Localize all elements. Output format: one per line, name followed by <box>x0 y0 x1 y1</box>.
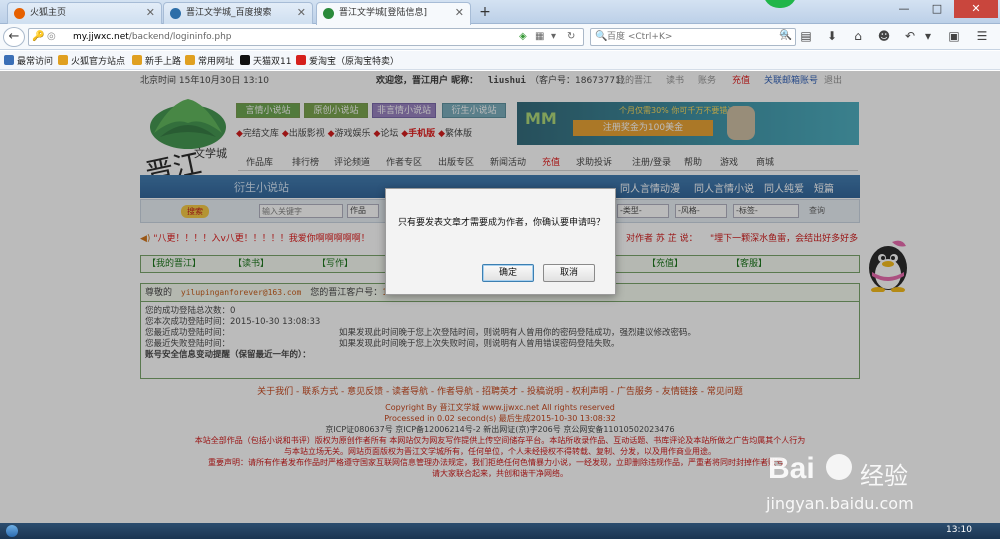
folder-icon <box>185 55 195 65</box>
bookmark-common-sites[interactable]: 常用网址 <box>185 54 234 67</box>
close-tab-icon[interactable]: ✕ <box>455 3 464 23</box>
close-tab-icon[interactable]: ✕ <box>297 3 306 23</box>
chevron-down-icon[interactable]: ▾ <box>920 29 936 43</box>
tab-label: 晋江文学城_百度搜索 <box>186 8 272 18</box>
taskbar-clock: 13:10 <box>946 525 972 535</box>
qr-code-icon[interactable]: ▦ <box>535 31 544 42</box>
bookmark-most-visited[interactable]: 最常访问 <box>4 54 53 67</box>
minimize-button[interactable]: — <box>888 0 920 18</box>
baidu-icon <box>170 8 181 19</box>
home-icon[interactable]: ⌂ <box>850 29 866 43</box>
dialog-message: 只有要发表文章才需要成为作者，你确认要申请吗？ <box>397 218 605 228</box>
sidebar-icon[interactable]: ▣ <box>946 29 962 43</box>
account-avatar[interactable] <box>763 0 797 8</box>
folder-icon <box>58 55 68 65</box>
start-button-icon[interactable] <box>6 525 18 537</box>
bookmarks-bar: 最常访问 火狐官方站点 新手上路 常用网址 天猫双11 爱淘宝（原淘宝特卖） <box>0 51 1000 70</box>
watermark-brand: Bai <box>768 452 815 485</box>
back-arrow-icon[interactable]: ← <box>3 27 25 47</box>
bookmark-firefox-sites[interactable]: 火狐官方站点 <box>58 54 125 67</box>
bookmark-getting-started[interactable]: 新手上路 <box>132 54 181 67</box>
tab-firefox-home[interactable]: 火狐主页 ✕ <box>7 2 162 24</box>
url-text[interactable]: my.jjwxc.net/backend/logininfo.php <box>73 32 232 42</box>
paw-icon <box>826 454 852 480</box>
watermark-url: jingyan.baidu.com <box>766 494 914 513</box>
menu-icon[interactable]: ☰ <box>974 29 990 43</box>
globe-icon: ◎ <box>47 31 56 42</box>
close-tab-icon[interactable]: ✕ <box>146 3 155 23</box>
confirm-cancel-button[interactable]: 取消 <box>543 264 595 282</box>
shield-icon[interactable]: ◈ <box>519 31 527 42</box>
downloads-icon[interactable]: ⬇ <box>824 29 840 43</box>
windows-taskbar: 13:10 <box>0 523 1000 539</box>
new-tab-button[interactable]: + <box>476 3 494 21</box>
tab-label: 火狐主页 <box>30 8 67 18</box>
confirm-ok-button[interactable]: 确定 <box>482 264 534 282</box>
bookmark-star-icon[interactable]: ☆ <box>776 29 792 43</box>
search-input[interactable] <box>607 30 777 44</box>
tab-label: 晋江文学城[登陆信息] <box>339 8 428 18</box>
firefox-icon <box>14 8 25 19</box>
tab-baidu-search[interactable]: 晋江文学城_百度搜索 ✕ <box>163 2 313 24</box>
taobao-icon <box>296 55 306 65</box>
dropdown-icon[interactable]: ▾ <box>551 31 556 42</box>
baidu-jingyan-watermark: Bai 经验 jingyan.baidu.com <box>760 452 1000 532</box>
jjwxc-leaf-icon <box>323 8 334 19</box>
search-box[interactable]: 🔍 🔍 <box>590 28 796 46</box>
watermark-brand-2: 经验 <box>860 462 908 490</box>
search-engine-icon[interactable]: 🔍 <box>595 31 607 42</box>
url-bar[interactable]: 🔑 ◎ my.jjwxc.net/backend/logininfo.php ◈… <box>28 28 584 46</box>
site-identity-icon[interactable]: 🔑 <box>32 31 44 42</box>
close-window-button[interactable]: ✕ <box>954 0 998 18</box>
reading-list-icon[interactable]: ▤ <box>798 29 814 43</box>
maximize-button[interactable]: □ <box>921 0 953 18</box>
tab-jjwxc-login-info[interactable]: 晋江文学城[登陆信息] ✕ <box>316 2 471 25</box>
bookmark-ai-taobao[interactable]: 爱淘宝（原淘宝特卖） <box>296 54 399 67</box>
navigation-toolbar: ← 🔑 ◎ my.jjwxc.net/backend/logininfo.php… <box>0 24 1000 50</box>
folder-icon <box>132 55 142 65</box>
confirm-dialog: 只有要发表文章才需要成为作者，你确认要申请吗？ 确定 取消 <box>385 188 616 295</box>
tmall-icon <box>240 55 250 65</box>
undo-icon[interactable]: ↶ <box>902 29 918 43</box>
browser-tab-strip: 火狐主页 ✕ 晋江文学城_百度搜索 ✕ 晋江文学城[登陆信息] ✕ + — □ … <box>0 0 1000 25</box>
bookmark-icon <box>4 55 14 65</box>
bookmark-tmall[interactable]: 天猫双11 <box>240 54 291 67</box>
chat-icon[interactable]: ☻ <box>876 29 892 43</box>
reload-icon[interactable]: ↻ <box>567 31 575 42</box>
